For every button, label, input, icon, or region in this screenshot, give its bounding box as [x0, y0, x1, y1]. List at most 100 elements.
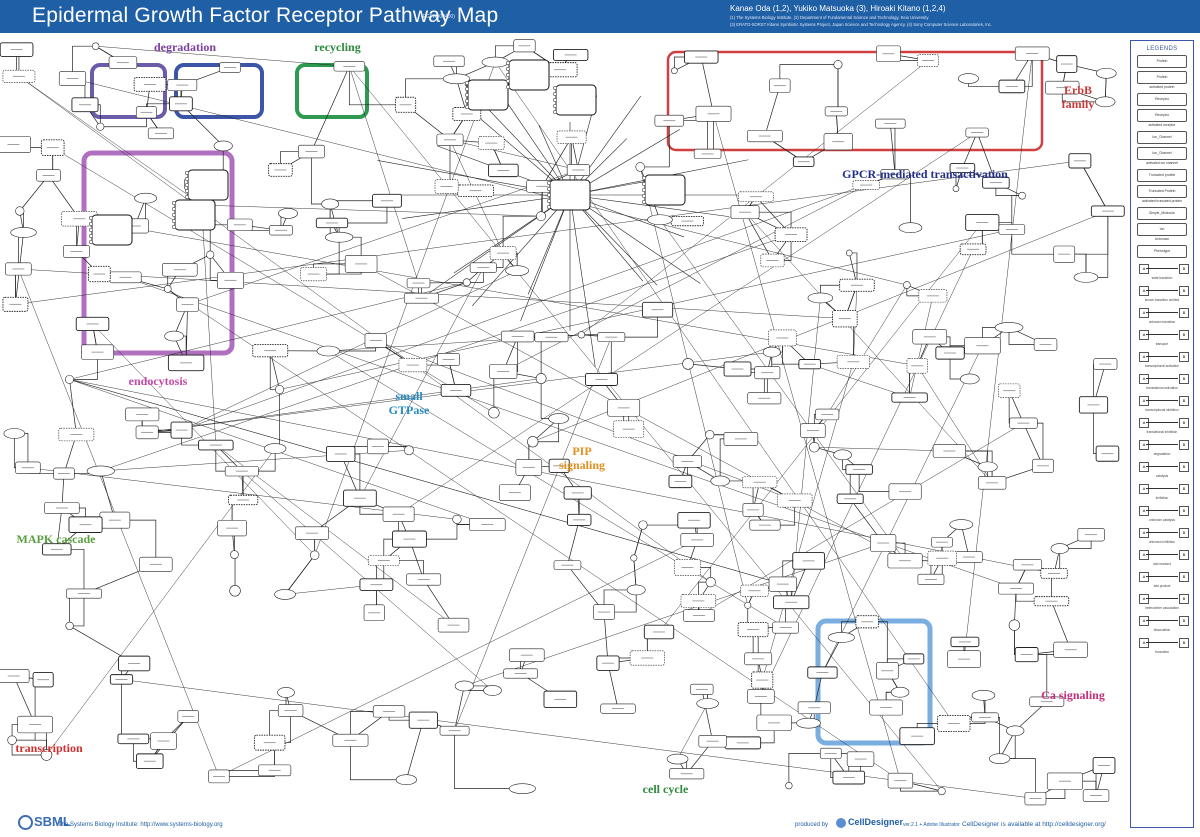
legend-node-type: activated truncated protein: [1142, 199, 1182, 203]
legend-node-type: Protein: [1137, 55, 1187, 68]
ion-node: [309, 550, 320, 560]
reaction-edge: [311, 66, 350, 152]
ion-node: [671, 67, 678, 75]
legend-edge-type: add reactant: [1153, 562, 1171, 566]
receptor-complex-node: [91, 214, 133, 246]
legend-node-type: activated protein: [1149, 85, 1175, 89]
phosphosite-node: [171, 212, 177, 218]
sbml-ring-icon: [18, 815, 33, 831]
phosphosite-node: [546, 198, 552, 204]
label-small-gtpase: small GTPase: [388, 389, 430, 417]
phosphosite-node: [88, 233, 94, 239]
reaction-edge: [700, 56, 714, 114]
legend-edge-type: inhibition: [1155, 496, 1169, 500]
label-transcription: transcription: [15, 741, 83, 755]
legend-node-type: Ion: [1137, 223, 1187, 236]
celldesigner-icon: [836, 817, 846, 828]
phosphosite-node: [184, 170, 190, 176]
molecule-node: [454, 680, 474, 692]
ion-node: [65, 621, 74, 631]
pathway-diagram: [0, 39, 1125, 806]
molecule-node: [324, 231, 354, 243]
reaction-edge: [701, 689, 713, 742]
reaction-edge: [541, 137, 572, 187]
legend-edge-sample: AB: [1137, 615, 1189, 627]
ion-node: [705, 577, 716, 588]
phosphosite-node: [546, 204, 552, 210]
molecule-node: [957, 73, 979, 84]
molecule-node: [274, 589, 296, 600]
ion-node: [96, 122, 105, 131]
ion-node: [577, 331, 585, 339]
reaction-edge: [472, 194, 571, 306]
ion-node: [744, 601, 752, 609]
legend-edge-sample: AB: [1137, 549, 1189, 561]
molecule-node: [164, 330, 184, 342]
legend-node-type: Truncated Protein: [1137, 185, 1187, 198]
molecule-node: [321, 198, 340, 210]
legend-edge-sample: AB: [1137, 593, 1189, 605]
phosphosite-node: [464, 92, 470, 98]
legend-edge-sample: AB: [1137, 307, 1189, 319]
ion-node: [1018, 191, 1026, 200]
ion-node: [91, 42, 100, 50]
ion-node: [404, 445, 414, 456]
ion-node: [527, 436, 539, 448]
molecule-node: [696, 698, 719, 709]
legend-edge-sample: AB: [1137, 637, 1189, 649]
reaction-edge: [275, 389, 280, 449]
legend-node-type: Truncated protein: [1137, 169, 1187, 182]
legend-edge-type: unknown inhibition: [1148, 540, 1176, 544]
molecule-node: [483, 685, 502, 696]
ion-node: [206, 250, 215, 259]
legend-edge-sample: AB: [1137, 395, 1189, 407]
reaction-edge: [69, 379, 1055, 574]
receptor-complex-node: [174, 199, 216, 231]
reaction-edge: [985, 717, 1000, 759]
molecule-node: [481, 56, 510, 68]
phosphosite-node: [505, 60, 511, 66]
legend-node-type: Ion_Channel: [1137, 131, 1187, 144]
ion-node: [65, 374, 74, 384]
receptor-complex-node: [467, 79, 509, 111]
reaction-edge: [311, 151, 331, 205]
produced-by: produced by: [795, 822, 829, 828]
phosphosite-node: [88, 215, 94, 221]
receptor-complex-node: [508, 59, 550, 91]
molecule-node: [395, 774, 417, 786]
phosphosite-node: [641, 181, 647, 187]
reaction-edge: [640, 120, 670, 168]
legend-edge-sample: AB: [1137, 285, 1189, 297]
ion-node: [275, 385, 285, 395]
ion-node: [536, 211, 546, 222]
ion-node: [488, 407, 500, 419]
legend-edge-type: truncation: [1155, 650, 1169, 654]
ion-node: [1008, 619, 1021, 631]
label-gpcr: GPCR-mediated transactivation: [842, 167, 1008, 181]
legend-edge-type: translational activation: [1146, 386, 1178, 390]
phosphosite-node: [641, 193, 647, 199]
legend-node-type: activated receptor: [1148, 123, 1176, 127]
reaction-edge: [503, 184, 867, 372]
molecule-node: [10, 227, 37, 238]
legend-edge-sample: AB: [1137, 439, 1189, 451]
reaction-edge: [1085, 211, 1109, 278]
phosphosite-node: [464, 80, 470, 86]
ion-node: [952, 185, 960, 192]
ion-node: [785, 781, 793, 790]
reaction-edge: [659, 219, 906, 561]
phosphosite-node: [641, 175, 647, 181]
phosphosite-node: [464, 86, 470, 92]
legend-edge-sample: AB: [1137, 505, 1189, 517]
reaction-edge: [677, 703, 708, 760]
legend-edge-type: add product: [1153, 584, 1171, 588]
molecule-node: [548, 413, 569, 424]
legend-edge-sample: AB: [1137, 483, 1189, 495]
phosphosite-node: [505, 66, 511, 72]
molecule-node: [827, 632, 855, 643]
phosphosite-node: [546, 180, 552, 186]
phosphosite-node: [184, 176, 190, 182]
molecule-node: [960, 373, 980, 385]
legend-edge-sample: AB: [1137, 351, 1189, 363]
reaction-edge: [495, 61, 954, 724]
